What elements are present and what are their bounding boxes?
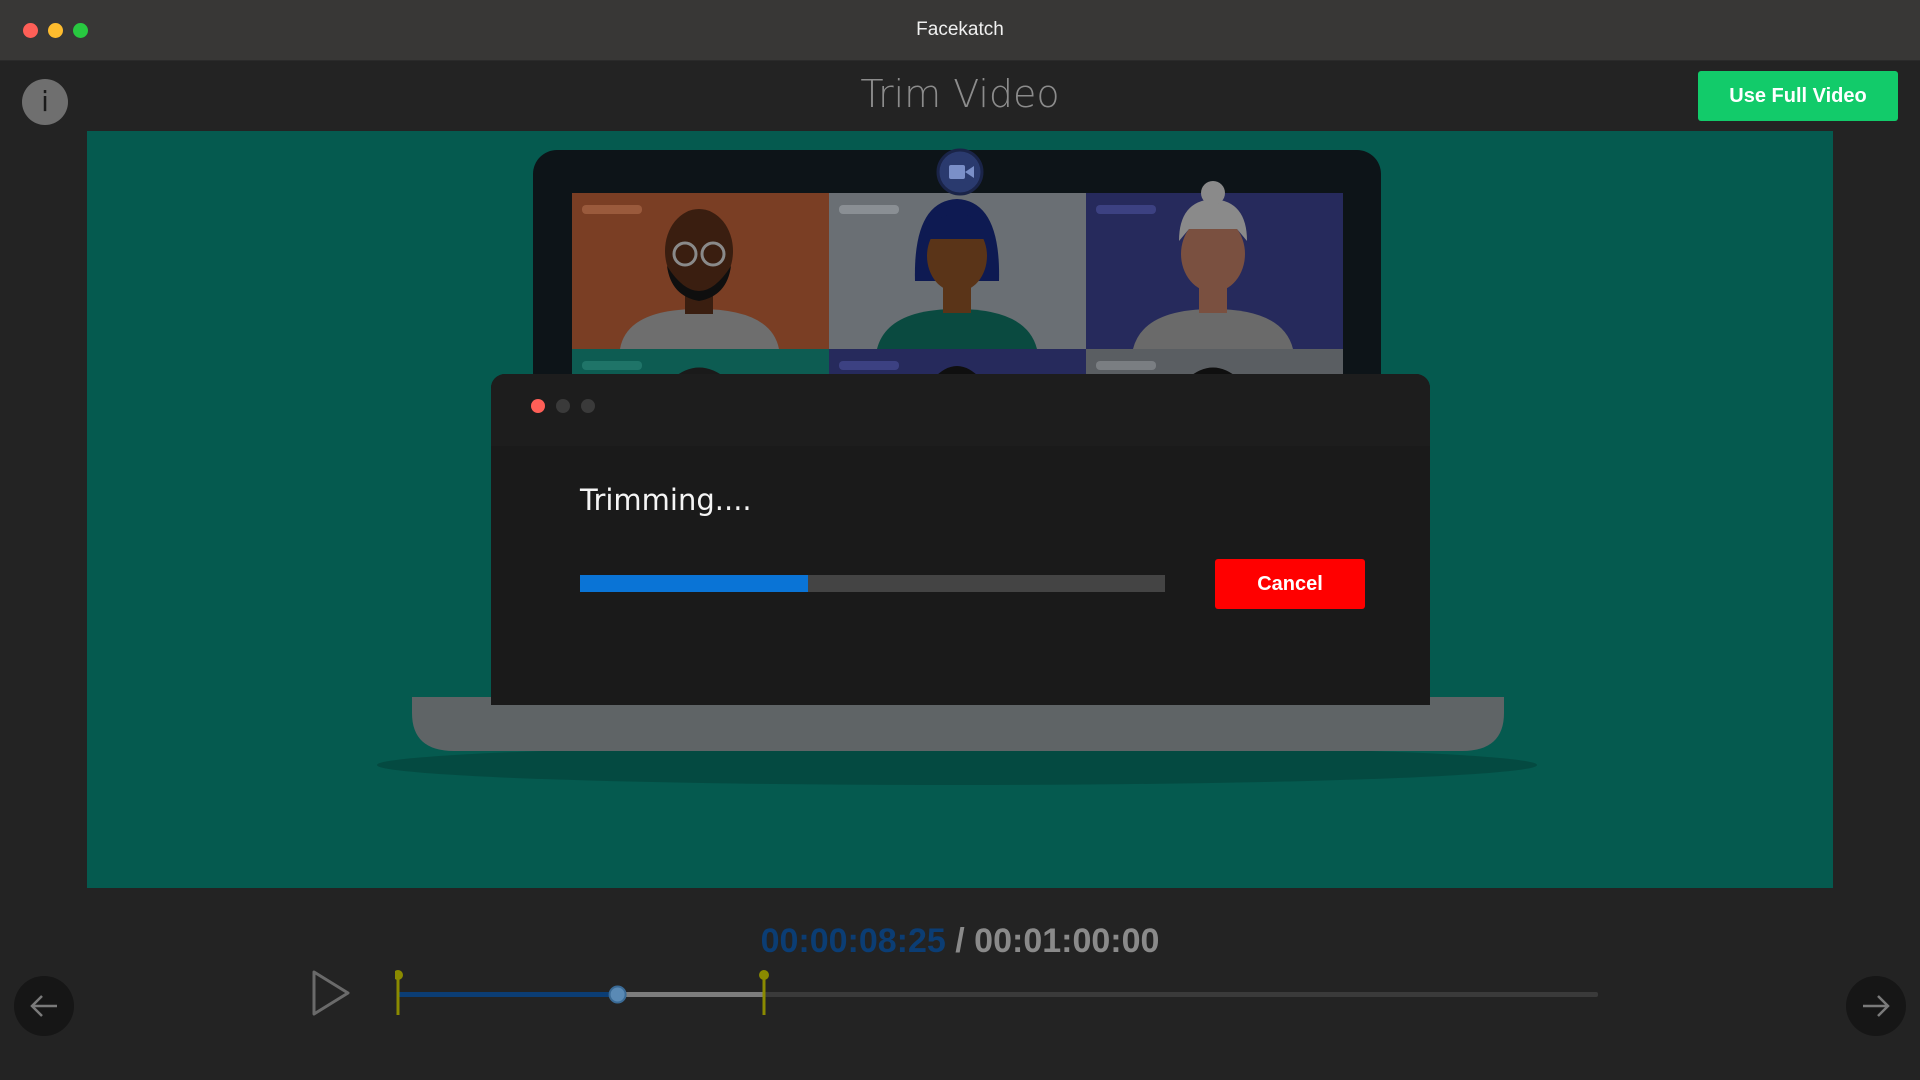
dialog-title-bar (491, 374, 1430, 446)
app-window: Facekatch i Trim Video Use Full Video Tr… (0, 0, 1920, 1080)
playhead[interactable] (608, 985, 627, 1004)
current-time: 00:00:08:25 (760, 922, 946, 960)
title-bar: Facekatch (0, 0, 1920, 61)
arrow-left-icon (30, 995, 57, 1017)
play-button[interactable] (310, 968, 354, 1018)
timeline-selected-segment (617, 992, 764, 997)
previous-button[interactable] (14, 976, 74, 1036)
trimming-dialog: Trimming.... Cancel (491, 374, 1430, 705)
use-full-video-button[interactable]: Use Full Video (1698, 71, 1898, 121)
dialog-zoom-button (581, 399, 595, 413)
cancel-button[interactable]: Cancel (1215, 559, 1365, 609)
play-icon (312, 970, 350, 1016)
timecode-display: 00:00:08:25 / 00:01:00:00 (0, 922, 1920, 961)
arrow-right-icon (1863, 995, 1890, 1017)
total-time: 00:01:00:00 (974, 922, 1160, 960)
window-title: Facekatch (916, 19, 1004, 40)
trim-progress-bar (580, 575, 1165, 592)
dialog-close-button[interactable] (531, 399, 545, 413)
page-title: Trim Video (860, 72, 1060, 116)
trimming-message: Trimming.... (580, 483, 752, 517)
trim-progress-fill (580, 575, 809, 592)
dialog-minimize-button (556, 399, 570, 413)
trim-timeline[interactable] (395, 963, 1605, 1023)
time-separator: / (955, 922, 965, 960)
timeline-played-segment (398, 992, 618, 997)
next-button[interactable] (1846, 976, 1906, 1036)
